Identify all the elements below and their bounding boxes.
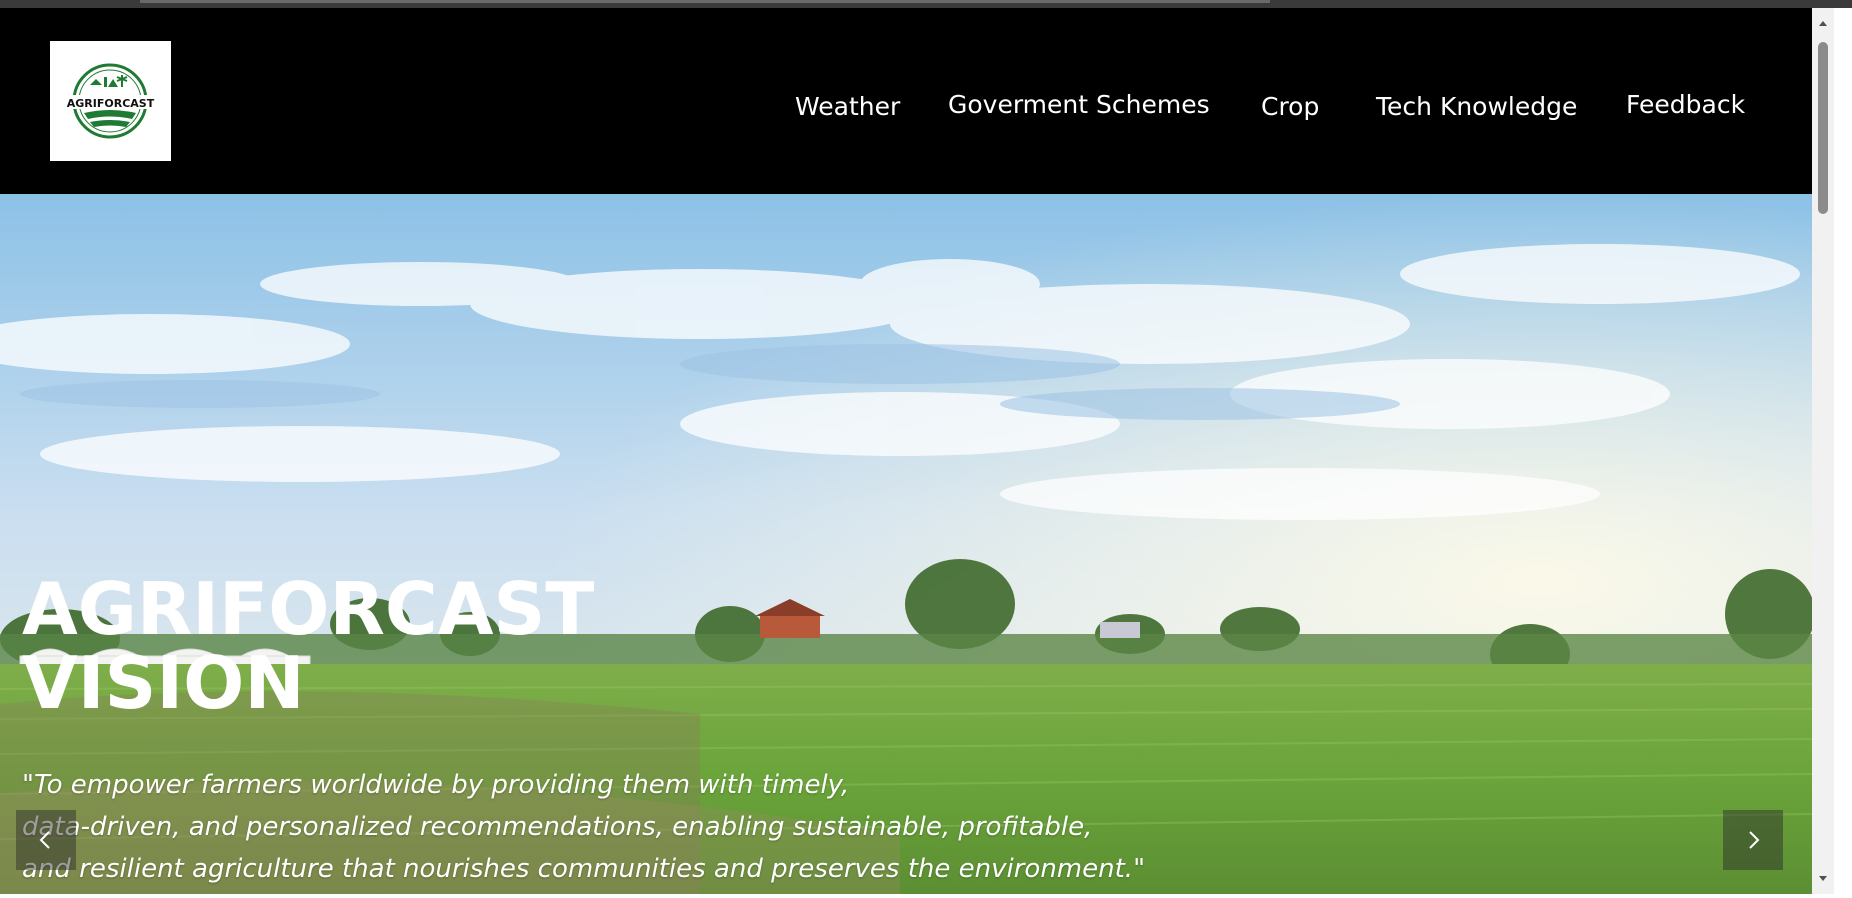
nav-tech-knowledge[interactable]: Tech Knowledge bbox=[1376, 92, 1577, 121]
nav-weather[interactable]: Weather bbox=[795, 92, 900, 121]
chevron-right-icon bbox=[1749, 831, 1760, 849]
hero-title-line-1: AGRIFORCAST bbox=[22, 567, 595, 651]
vertical-scrollbar[interactable] bbox=[1812, 8, 1834, 894]
hero-mission-quote: "To empower farmers worldwide by providi… bbox=[22, 764, 1202, 890]
nav-crop[interactable]: Crop bbox=[1261, 92, 1319, 121]
quote-line-2: data-driven, and personalized recommenda… bbox=[22, 812, 1093, 842]
browser-top-strip bbox=[0, 0, 1852, 8]
chevron-left-icon bbox=[39, 831, 50, 849]
hero-carousel: AGRIFORCAST VISION "To empower farmers w… bbox=[0, 194, 1812, 894]
scroll-down-arrow-icon[interactable] bbox=[1817, 872, 1829, 884]
window-right-gutter bbox=[1834, 8, 1852, 898]
hero-title-line-2: VISION bbox=[22, 641, 305, 725]
main-nav: Weather Goverment Schemes Crop Tech Know… bbox=[0, 80, 1812, 121]
site-header: AGRIFORCAST Weather Goverment Schemes Cr… bbox=[0, 8, 1812, 194]
scrollbar-thumb[interactable] bbox=[1818, 42, 1828, 214]
page: AGRIFORCAST Weather Goverment Schemes Cr… bbox=[0, 8, 1812, 894]
carousel-prev-button[interactable] bbox=[16, 810, 76, 870]
hero-title: AGRIFORCAST VISION bbox=[22, 572, 722, 720]
nav-feedback[interactable]: Feedback bbox=[1626, 90, 1745, 119]
browser-tab-highlight bbox=[140, 0, 1270, 3]
scroll-up-arrow-icon[interactable] bbox=[1817, 18, 1829, 30]
window-bottom-edge bbox=[0, 894, 1834, 898]
quote-line-1: "To empower farmers worldwide by providi… bbox=[22, 770, 850, 800]
quote-line-3: and resilient agriculture that nourishes… bbox=[22, 854, 1146, 884]
nav-government-schemes[interactable]: Goverment Schemes bbox=[948, 90, 1210, 119]
carousel-next-button[interactable] bbox=[1723, 810, 1783, 870]
